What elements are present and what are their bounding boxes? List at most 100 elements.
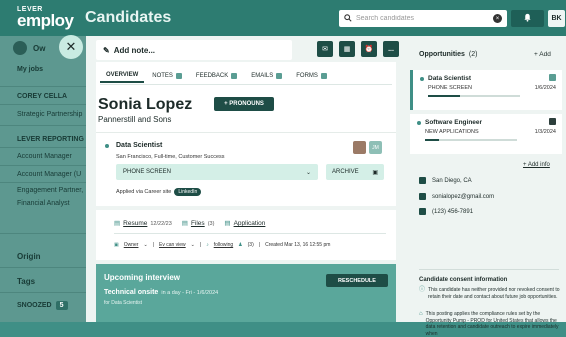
profile-tabs: OVERVIEW NOTES FEEDBACK EMAILS FORMS xyxy=(100,70,333,83)
calendar-icon: ▦ xyxy=(343,46,351,53)
sidebar-item-account-manager[interactable]: Account Manager xyxy=(17,153,72,160)
sidebar-divider xyxy=(0,125,86,126)
archive-label: ARCHIVE xyxy=(332,169,359,175)
tags-filter[interactable]: Tags xyxy=(17,277,35,286)
status-dot-icon xyxy=(420,77,424,81)
tab-overview-label: OVERVIEW xyxy=(106,72,139,78)
opportunities-panel: Opportunities (2) + Add Data Scientist PH… xyxy=(406,36,566,337)
my-jobs-heading[interactable]: My jobs xyxy=(17,66,43,73)
opportunities-count: (2) xyxy=(468,51,478,58)
tab-feedback[interactable]: FEEDBACK xyxy=(190,70,243,83)
emails-count-icon xyxy=(276,73,283,79)
interview-heading: Upcoming interview xyxy=(104,273,181,282)
stage-dropdown[interactable]: PHONE SCREEN ⌄ xyxy=(116,164,318,180)
alarm-icon: ⏰ xyxy=(364,46,374,53)
forms-count-icon xyxy=(320,73,327,79)
location-row: San Diego, CA xyxy=(419,177,472,184)
tab-overview[interactable]: OVERVIEW xyxy=(100,70,145,83)
close-profile-button[interactable]: ✕ xyxy=(59,35,83,59)
tab-emails[interactable]: EMAILS xyxy=(245,70,288,83)
add-info-link[interactable]: + Add info xyxy=(523,162,550,168)
status-dot-icon xyxy=(105,144,109,148)
stage-progress-fill xyxy=(425,139,439,141)
archive-button[interactable]: ARCHIVE ▣ xyxy=(326,164,384,180)
email-icon xyxy=(419,193,426,200)
opportunity-card[interactable]: Software Engineer NEW APPLICATIONS 1/3/2… xyxy=(410,114,562,154)
opportunity-date: 1/3/2024 xyxy=(534,129,556,135)
page-title: Candidates xyxy=(85,9,172,26)
email-button[interactable]: ✉ xyxy=(317,41,333,57)
lever-logo[interactable]: LEVER employ xyxy=(17,6,74,29)
candidate-company: Pannerstill and Sons xyxy=(98,115,172,124)
user-avatar-button[interactable]: BK xyxy=(548,10,565,27)
add-pronouns-button[interactable]: + PRONOUNS xyxy=(214,97,274,111)
tab-forms[interactable]: FORMS xyxy=(290,70,333,83)
opportunity-card[interactable]: Data Scientist PHONE SCREEN 1/6/2024 xyxy=(410,70,562,110)
chevron-down-icon: ⌄ xyxy=(143,242,148,248)
resume-date: 12/22/23 xyxy=(150,221,172,227)
sidebar-item-engagement-partner[interactable]: Engagement Partner, xyxy=(17,187,83,194)
resume-link[interactable]: ▤ Resume 12/22/23 xyxy=(114,219,172,227)
phone-value: (123) 456-7891 xyxy=(432,208,474,215)
sidebar-divider xyxy=(0,292,86,293)
job-title[interactable]: Data Scientist xyxy=(116,142,162,149)
interview-name-label: Technical onsite xyxy=(104,289,159,296)
notifications-button[interactable] xyxy=(511,10,544,27)
ownership-row: ▣ Owner ⌄ | Ev can view ⌄ | ♪ following ♟ … xyxy=(114,242,330,248)
sidebar-divider xyxy=(0,165,86,166)
stage-progress-bar xyxy=(425,139,517,141)
opportunities-heading: Opportunities (2) xyxy=(419,51,477,58)
add-note-label: Add note... xyxy=(113,45,156,55)
opportunity-type-icon xyxy=(549,118,556,125)
recruiter-avatar[interactable]: JM xyxy=(369,141,382,154)
tab-feedback-label: FEEDBACK xyxy=(195,73,229,79)
search-input[interactable] xyxy=(356,15,489,22)
add-note-field[interactable]: ✎ Add note... xyxy=(96,40,292,60)
stage-value: PHONE SCREEN xyxy=(123,169,172,175)
applied-via-text: Applied via Career site xyxy=(116,189,172,195)
snooze-button[interactable]: ⏰ xyxy=(361,41,377,57)
logo-line2: employ xyxy=(17,11,74,30)
chevron-down-icon: ⌄ xyxy=(190,242,195,248)
opportunity-title: Software Engineer xyxy=(425,119,483,126)
sidebar-item-strategic-partnership[interactable]: Strategic Partnership xyxy=(17,111,82,118)
hiring-manager-avatar[interactable] xyxy=(353,141,366,154)
visibility-dropdown[interactable]: Ev can view xyxy=(159,242,186,248)
candidate-profile-panel: ✎ Add note... ✉ ▦ ⏰ ... OVERVIEW NOTES F… xyxy=(86,36,406,322)
sidebar-user[interactable]: Ow xyxy=(13,41,45,55)
separator: | xyxy=(199,242,202,248)
location-value: San Diego, CA xyxy=(432,177,472,184)
sidebar-divider xyxy=(0,233,86,234)
compliance-rule-text: This posting applies the compliance rule… xyxy=(425,311,559,337)
documents-card: ▤ Resume 12/22/23 ▤ Files (3) ▤ Application ▣… xyxy=(96,210,396,260)
sidebar-user-label: Ow xyxy=(33,43,46,53)
mail-icon: ✉ xyxy=(322,46,328,53)
user-avatar-icon xyxy=(13,41,27,55)
files-count: (3) xyxy=(207,221,215,227)
separator: | xyxy=(258,242,261,248)
application-icon: ▤ xyxy=(224,220,231,227)
email-row[interactable]: sonialopez@gmail.com xyxy=(419,193,494,200)
tab-notes[interactable]: NOTES xyxy=(146,70,188,83)
files-link[interactable]: ▤ Files (3) xyxy=(182,219,215,227)
following-toggle[interactable]: following xyxy=(214,242,233,248)
sidebar-group-corey-cella: COREY CELLA xyxy=(17,93,68,100)
search-bar[interactable]: × xyxy=(339,10,507,27)
bell-icon xyxy=(523,13,532,24)
sidebar-item-financial-analyst[interactable]: Financial Analyst xyxy=(17,200,70,207)
owner-dropdown[interactable]: Owner xyxy=(124,242,139,248)
clear-search-icon[interactable]: × xyxy=(493,14,502,23)
application-link[interactable]: ▤ Application xyxy=(224,219,265,227)
source-badge: LinkedIn xyxy=(174,188,202,196)
phone-row[interactable]: (123) 456-7891 xyxy=(419,208,473,215)
feedback-count-icon xyxy=(231,73,238,79)
reschedule-button[interactable]: RESCHEDULE xyxy=(326,274,388,287)
sidebar-item-account-manager-us[interactable]: Account Manager (U xyxy=(17,171,81,178)
more-actions-button[interactable]: ... xyxy=(383,41,399,57)
snoozed-filter[interactable]: SNOOZED 5 xyxy=(17,301,68,310)
schedule-button[interactable]: ▦ xyxy=(339,41,355,57)
add-opportunity-button[interactable]: + Add xyxy=(534,51,551,58)
origin-filter[interactable]: Origin xyxy=(17,252,41,261)
status-dot-icon xyxy=(417,121,421,125)
upcoming-interview-card: Upcoming interview RESCHEDULE Technical … xyxy=(96,264,396,322)
